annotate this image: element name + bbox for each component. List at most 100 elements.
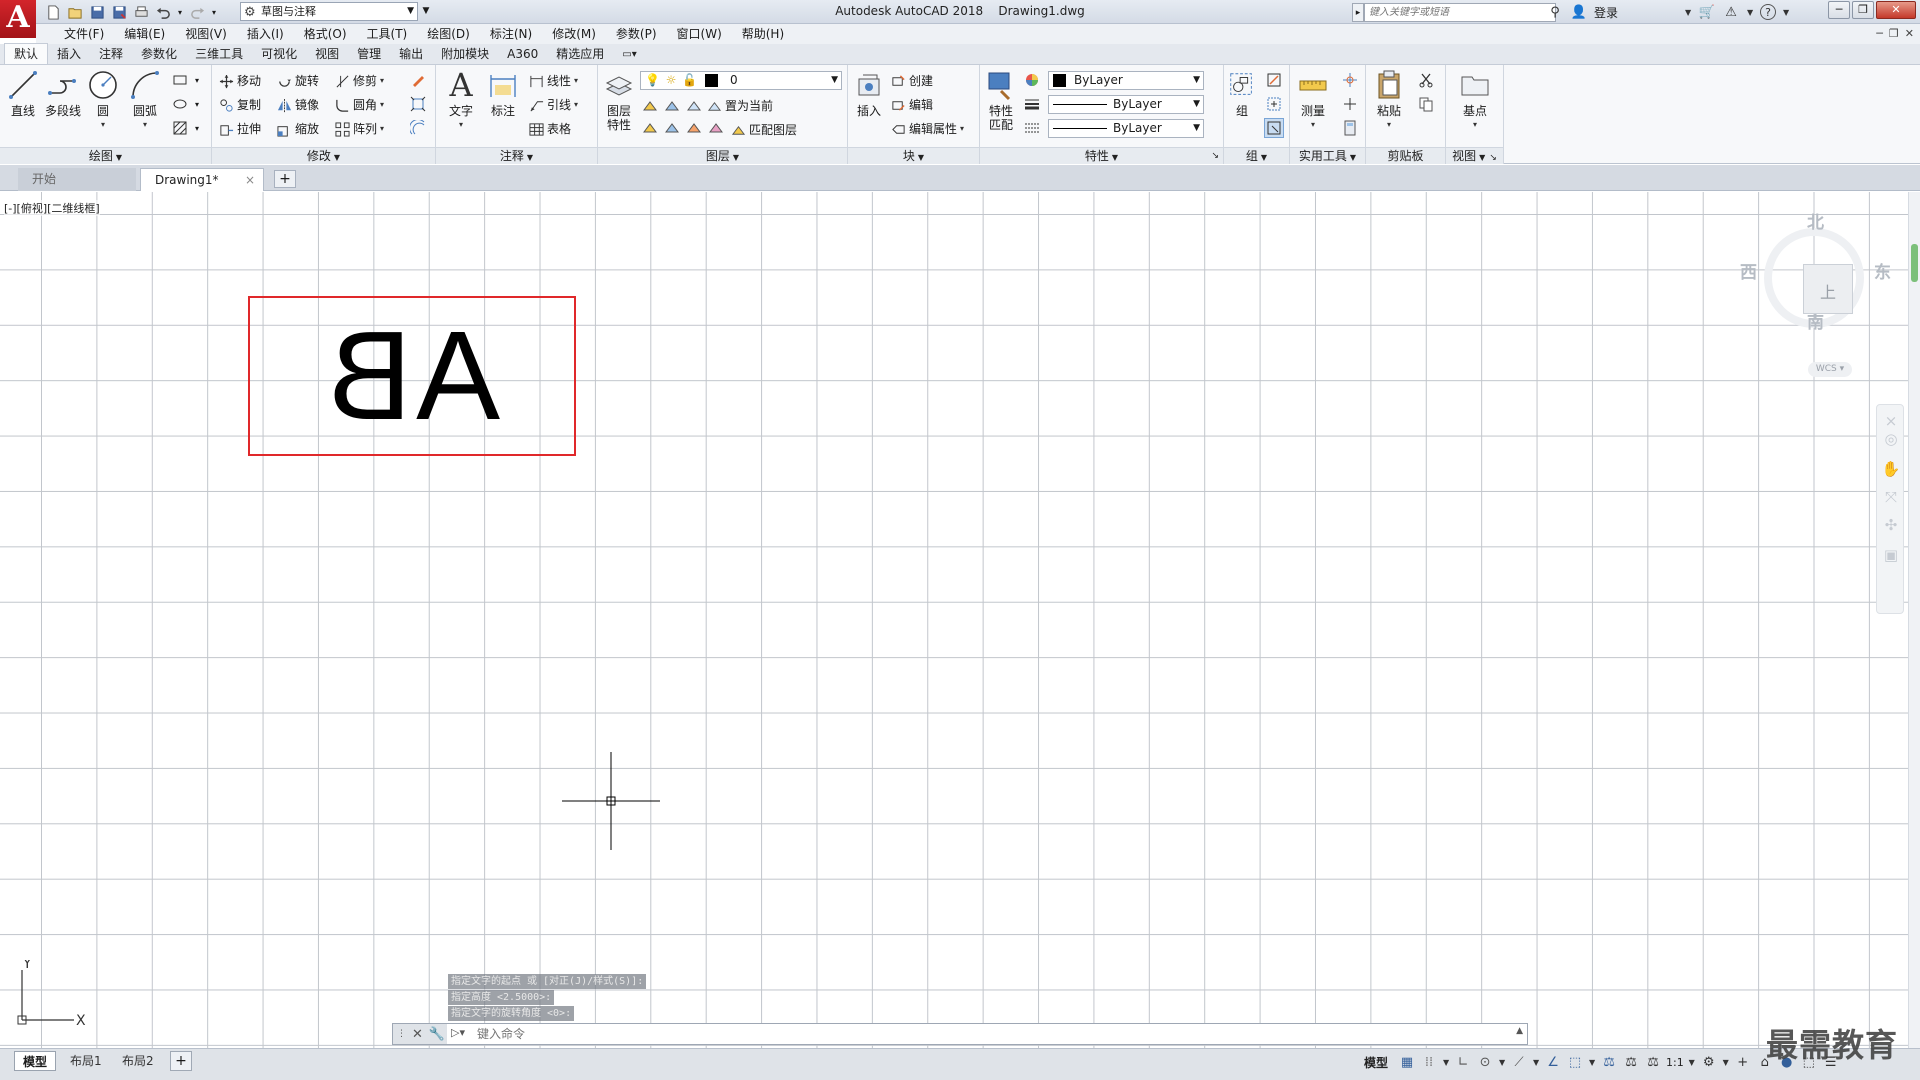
quick-select-icon[interactable] [1340, 70, 1360, 90]
cart-icon[interactable]: 🛒 [1698, 3, 1716, 21]
annotation-visibility-icon[interactable]: ⚖ [1600, 1053, 1618, 1071]
layer-thaw-icon[interactable] [684, 118, 704, 138]
doc-restore-button[interactable]: ❐ [1889, 24, 1899, 44]
group-selection-icon[interactable] [1264, 118, 1284, 138]
trim-dropdown-icon[interactable]: ▾ [380, 71, 384, 91]
viewcube-top-face[interactable]: 上 [1803, 264, 1853, 314]
base-view-dropdown-icon[interactable]: ▾ [1456, 118, 1494, 132]
tab-view[interactable]: 视图 [306, 45, 348, 64]
close-icon[interactable]: × [245, 169, 255, 191]
leader-dropdown-icon[interactable]: ▾ [574, 95, 578, 115]
help-dropdown-icon[interactable]: ▼ [1782, 3, 1790, 21]
grip-icon[interactable]: ⋮ [397, 1029, 406, 1039]
copy-clip-icon[interactable] [1416, 94, 1436, 114]
fillet-button[interactable]: 圆角 ▾ [334, 95, 384, 115]
measure-dropdown-icon[interactable]: ▾ [1294, 118, 1332, 132]
compass-west[interactable]: 西 [1740, 258, 1757, 283]
redo-dropdown-icon[interactable]: ▾ [210, 3, 218, 21]
search-expand-icon[interactable]: ▸ [1352, 2, 1364, 22]
panel-dialog-launcher-icon[interactable]: ↘ [1489, 153, 1497, 163]
scale-dropdown-icon[interactable]: ▼ [1688, 1053, 1696, 1071]
menu-edit[interactable]: 编辑(E) [114, 24, 175, 44]
paste-button[interactable]: 粘贴 ▾ [1370, 68, 1408, 132]
group-edit-icon[interactable] [1264, 94, 1284, 114]
layer-select[interactable]: 💡 ☼ 🔓 0 ▼ [640, 71, 842, 90]
leader-button[interactable]: 引线 ▾ [528, 95, 578, 115]
panel-utilities-title[interactable]: 实用工具 ▼ [1290, 147, 1365, 164]
auto-scale-icon[interactable]: ⚖ [1622, 1053, 1640, 1071]
open-file-icon[interactable] [66, 3, 84, 21]
menu-view[interactable]: 视图(V) [175, 24, 237, 44]
ortho-icon[interactable]: ∟ [1454, 1053, 1472, 1071]
menu-tools[interactable]: 工具(T) [357, 24, 418, 44]
object-snap-tracking-icon[interactable]: ∠ [1544, 1053, 1562, 1071]
drawing-canvas[interactable]: [-][俯视][二维线框] AB Y X 北 东 南 西 上 WCS ▾ × ◎… [0, 192, 1908, 1048]
ellipse-icon[interactable] [170, 94, 190, 114]
doc-minimize-button[interactable]: ─ [1876, 24, 1883, 44]
navbar-close-icon[interactable]: × [1881, 411, 1901, 431]
wcs-menu[interactable]: WCS ▾ [1808, 362, 1852, 377]
workspace-dropdown-icon[interactable]: ▼ [1722, 1053, 1730, 1071]
erase-icon[interactable] [408, 70, 428, 90]
print-icon[interactable] [132, 3, 150, 21]
circle-button[interactable]: 圆 ▾ [84, 68, 122, 132]
model-space-button[interactable]: 模型 [1364, 1054, 1388, 1071]
add-layout-button[interactable]: + [170, 1051, 192, 1071]
panel-block-title[interactable]: 块 ▼ [848, 147, 979, 164]
steering-wheel-icon[interactable]: ◎ [1881, 429, 1901, 449]
hatch-icon[interactable] [170, 118, 190, 138]
menu-format[interactable]: 格式(O) [294, 24, 357, 44]
zoom-extents-icon[interactable]: ⤧ [1881, 487, 1901, 507]
menu-draw[interactable]: 绘图(D) [417, 24, 480, 44]
edit-attributes-button[interactable]: 编辑属性 ▾ [890, 119, 964, 139]
compass-north[interactable]: 北 [1807, 208, 1824, 233]
binoculars-icon[interactable]: ⚲ [1546, 3, 1564, 21]
snap-dropdown-icon[interactable]: ▼ [1442, 1053, 1450, 1071]
new-drawing-tab-button[interactable]: + [274, 170, 296, 188]
text-dropdown-icon[interactable]: ▾ [442, 118, 480, 132]
viewcube[interactable]: 北 东 南 西 上 [1740, 208, 1891, 348]
panel-draw-title[interactable]: 绘图 ▼ [0, 147, 211, 164]
match-layer-button[interactable]: 匹配图层 [730, 120, 797, 140]
save-icon[interactable] [88, 3, 106, 21]
login-dropdown-icon[interactable]: ▼ [1684, 3, 1692, 21]
create-block-button[interactable]: 创建 [890, 71, 933, 91]
help-icon[interactable]: ? [1760, 4, 1777, 20]
insert-block-button[interactable]: 插入 [850, 68, 888, 118]
mirrored-text-object[interactable]: AB [250, 298, 574, 454]
qat-customize-icon[interactable]: ▼ [420, 2, 432, 21]
search-input[interactable] [1364, 2, 1556, 22]
calculator-icon[interactable] [1340, 118, 1360, 138]
match-properties-button[interactable]: 特性 匹配 [982, 68, 1020, 132]
offset-icon[interactable] [408, 118, 428, 138]
annotation-scale-icon[interactable]: ⚖ [1644, 1053, 1662, 1071]
vertical-scrollbar[interactable] [1908, 192, 1920, 1048]
compass-east[interactable]: 东 [1874, 258, 1891, 283]
linear-dropdown-icon[interactable]: ▾ [574, 71, 578, 91]
tab-output[interactable]: 输出 [390, 45, 432, 64]
layer-properties-button[interactable]: 图层 特性 [600, 68, 638, 132]
copy-button[interactable]: 复制 [218, 95, 261, 115]
text-button[interactable]: A 文字 ▾ [442, 68, 480, 132]
circle-dropdown-icon[interactable]: ▾ [84, 118, 122, 132]
tab-3d-tools[interactable]: 三维工具 [186, 45, 252, 64]
menu-dimension[interactable]: 标注(N) [480, 24, 542, 44]
panel-clipboard-title[interactable]: 剪贴板 [1366, 147, 1445, 164]
object-snap-icon[interactable]: ⬚ [1566, 1053, 1584, 1071]
color-select[interactable]: ByLayer ▼ [1048, 71, 1204, 90]
menu-parametric[interactable]: 参数(P) [606, 24, 667, 44]
group-button[interactable]: 组 [1226, 68, 1258, 118]
save-as-icon[interactable] [110, 3, 128, 21]
tab-insert[interactable]: 插入 [48, 45, 90, 64]
table-button[interactable]: 表格 [528, 119, 571, 139]
make-current-button[interactable]: 置为当前 [706, 96, 773, 116]
mirror-button[interactable]: 镜像 [276, 95, 319, 115]
menu-insert[interactable]: 插入(I) [237, 24, 294, 44]
edit-block-button[interactable]: 编辑 [890, 95, 933, 115]
tab-layout2[interactable]: 布局2 [114, 1051, 162, 1071]
maximize-button[interactable]: ❐ [1852, 1, 1874, 19]
tab-start[interactable]: 开始 [18, 168, 136, 191]
orbit-icon[interactable]: ✣ [1881, 515, 1901, 535]
menu-help[interactable]: 帮助(H) [732, 24, 794, 44]
isodraft-dropdown-icon[interactable]: ▼ [1532, 1053, 1540, 1071]
